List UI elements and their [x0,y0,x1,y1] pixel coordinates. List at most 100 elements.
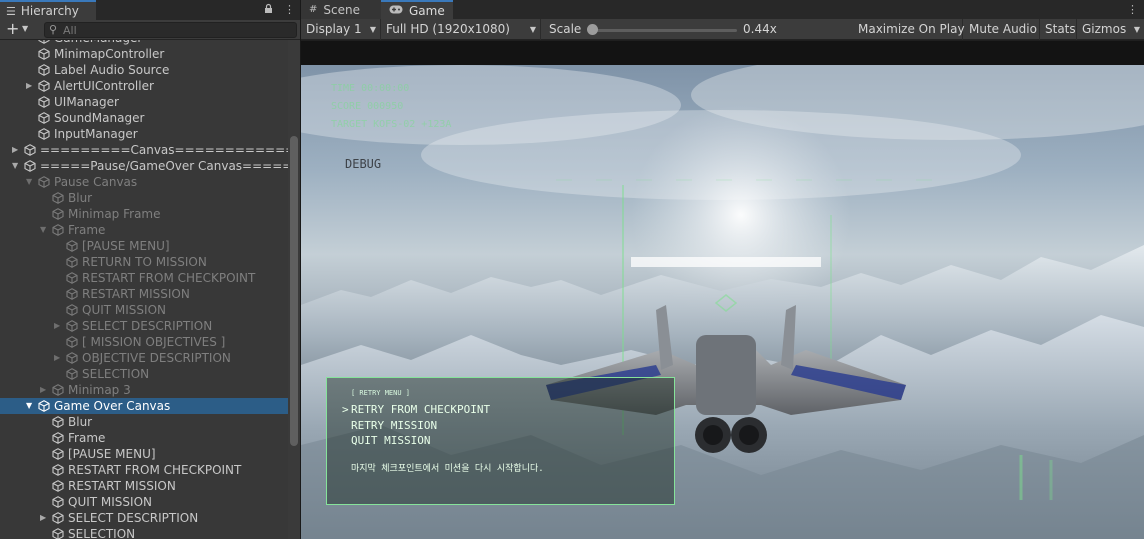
more-options-icon[interactable]: ⋮ [284,3,295,16]
hierarchy-row-label: Minimap 3 [68,383,131,397]
hierarchy-scrollbar[interactable] [288,40,300,539]
scale-slider-track[interactable] [591,29,737,32]
hierarchy-row[interactable]: Blur [0,190,288,206]
chevron-down-icon[interactable]: ▼ [22,24,28,33]
expand-arrow-down-icon[interactable]: ▼ [40,222,50,238]
expand-arrow-right-icon[interactable]: ▶ [40,510,50,526]
hierarchy-row-label: RESTART FROM CHECKPOINT [68,463,242,477]
search-input[interactable] [63,23,293,37]
scale-slider-handle[interactable] [587,24,598,35]
gameobject-cube-icon [52,512,64,524]
hierarchy-row[interactable]: RESTART FROM CHECKPOINT [0,270,288,286]
gameobject-cube-icon [38,176,50,188]
tab-scene[interactable]: # Scene [301,0,381,19]
gameobject-cube-icon [38,80,50,92]
hierarchy-row-label: RESTART FROM CHECKPOINT [82,271,256,285]
hierarchy-row[interactable]: UIManager [0,94,288,110]
hud-score: SCORE 000950 [331,101,404,112]
hierarchy-row[interactable]: SoundManager [0,110,288,126]
hierarchy-row[interactable]: Label Audio Source [0,62,288,78]
hierarchy-row-label: Blur [68,191,93,205]
hierarchy-row[interactable]: ▼ Frame [0,222,288,238]
hierarchy-row[interactable]: [ MISSION OBJECTIVES ] [0,334,288,350]
hierarchy-row[interactable]: RETURN TO MISSION [0,254,288,270]
hierarchy-row-label: SoundManager [54,111,145,125]
game-viewport[interactable]: TIME 00:00:00 SCORE 000950 TARGET KOFS-0… [301,65,1144,539]
tab-hierarchy[interactable]: ☰ Hierarchy [0,0,96,20]
hierarchy-row[interactable]: [PAUSE MENU] [0,238,288,254]
scrollbar-thumb[interactable] [290,136,298,446]
gameobject-cube-icon [52,464,64,476]
hierarchy-row[interactable]: ▼ Pause Canvas [0,174,288,190]
hierarchy-row[interactable]: [PAUSE MENU] [0,446,288,462]
hierarchy-row-label: Game Over Canvas [54,399,171,413]
gameobject-cube-icon [52,528,64,539]
hierarchy-row-label: InputManager [54,127,138,141]
hierarchy-row[interactable]: ▶ Minimap 3 [0,382,288,398]
hierarchy-row[interactable]: ▼ =====Pause/GameOver Canvas====== [0,158,288,174]
expand-arrow-down-icon[interactable]: ▼ [26,174,36,190]
hierarchy-row[interactable]: RESTART FROM CHECKPOINT [0,462,288,478]
gizmos-dropdown[interactable]: Gizmos ▼ [1077,19,1144,40]
expand-arrow-right-icon[interactable]: ▶ [12,142,22,158]
gameobject-cube-icon [38,48,50,60]
lock-icon[interactable] [264,3,273,17]
game-panel: # Scene Game ⋮ Display 1 ▼ Full HD (1920… [301,0,1144,539]
maximize-on-play-button[interactable]: Maximize On Play [853,19,965,40]
hierarchy-row[interactable]: Blur [0,414,288,430]
gameobject-cube-icon [52,416,64,428]
hierarchy-row[interactable]: Frame [0,430,288,446]
hierarchy-row[interactable]: ▼ Game Over Canvas [0,398,288,414]
hierarchy-row-label: Frame [68,223,106,237]
gameobject-cube-icon [52,224,64,236]
hierarchy-row[interactable]: ▶ SELECT DESCRIPTION [0,318,288,334]
chevron-down-icon: ▼ [369,25,376,34]
tab-scene-label: Scene [323,2,360,17]
expand-arrow-down-icon[interactable]: ▼ [12,158,22,174]
scale-label-text: Scale [549,22,582,36]
hierarchy-row-label: QUIT MISSION [68,495,152,509]
expand-arrow-down-icon[interactable]: ▼ [26,398,36,414]
letterbox-bar [301,41,1144,65]
hierarchy-row[interactable]: MinimapController [0,46,288,62]
hierarchy-search[interactable]: ⚲ [44,22,297,38]
more-options-icon[interactable]: ⋮ [1127,3,1138,16]
hierarchy-row[interactable]: ▶ OBJECTIVE DESCRIPTION [0,350,288,366]
hierarchy-row-label: Frame [68,431,106,445]
mute-audio-button[interactable]: Mute Audio [964,19,1040,40]
tab-game[interactable]: Game [381,0,453,19]
hud-target: TARGET KOFS-02 +123A [331,119,452,130]
hierarchy-row[interactable]: RESTART MISSION [0,286,288,302]
gameobject-cube-icon [24,160,36,172]
retry-from-checkpoint-option[interactable]: RETRY FROM CHECKPOINT [351,403,490,416]
resolution-dropdown[interactable]: Full HD (1920x1080) ▼ [381,19,541,40]
gameobject-cube-icon [52,384,64,396]
hierarchy-row-label: Pause Canvas [54,175,138,189]
display-dropdown[interactable]: Display 1 ▼ [301,19,381,40]
hierarchy-row[interactable]: Minimap Frame [0,206,288,222]
hierarchy-list: GameManagerMinimapControllerLabel Audio … [0,40,288,539]
hierarchy-row-label: Label Audio Source [54,63,170,77]
hierarchy-row[interactable]: ▶ SELECT DESCRIPTION [0,510,288,526]
hierarchy-row[interactable]: InputManager [0,126,288,142]
expand-arrow-right-icon[interactable]: ▶ [54,318,64,334]
expand-arrow-right-icon[interactable]: ▶ [26,78,36,94]
hierarchy-row[interactable]: QUIT MISSION [0,302,288,318]
hierarchy-row[interactable]: QUIT MISSION [0,494,288,510]
search-icon: ⚲ [49,23,58,36]
hierarchy-row-label: SELECT DESCRIPTION [82,319,213,333]
create-button[interactable]: + [6,20,19,38]
expand-arrow-right-icon[interactable]: ▶ [40,382,50,398]
retry-mission-option[interactable]: RETRY MISSION [351,419,437,432]
hierarchy-row[interactable]: ▶ AlertUIController [0,78,288,94]
hierarchy-row[interactable]: SELECTION [0,526,288,539]
stats-button[interactable]: Stats [1040,19,1077,40]
gameobject-cube-icon [66,368,78,380]
hierarchy-row-label: UIManager [54,95,119,109]
hierarchy-row[interactable]: SELECTION [0,366,288,382]
gameobject-cube-icon [66,288,78,300]
hierarchy-row[interactable]: RESTART MISSION [0,478,288,494]
hierarchy-row[interactable]: ▶ =========Canvas============== [0,142,288,158]
expand-arrow-right-icon[interactable]: ▶ [54,350,64,366]
quit-mission-option[interactable]: QUIT MISSION [351,434,430,447]
